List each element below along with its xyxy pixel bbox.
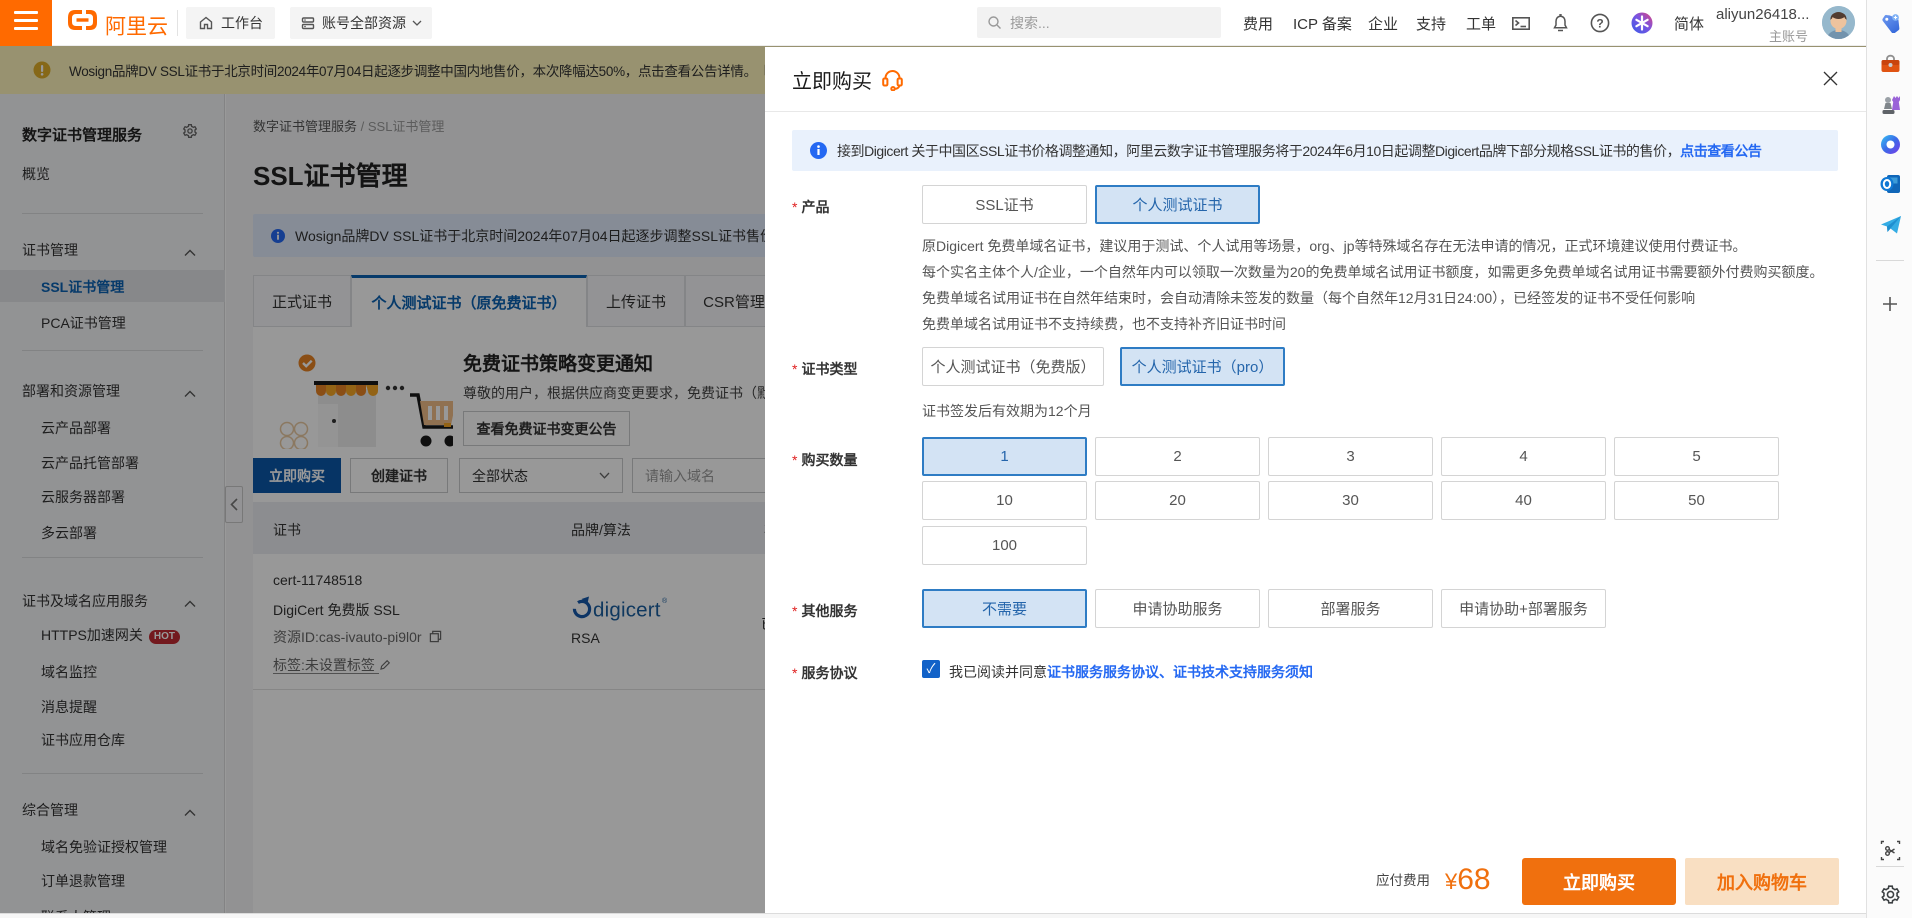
svg-text:阿里云: 阿里云 (105, 16, 168, 39)
svg-text:?: ? (1596, 16, 1603, 30)
